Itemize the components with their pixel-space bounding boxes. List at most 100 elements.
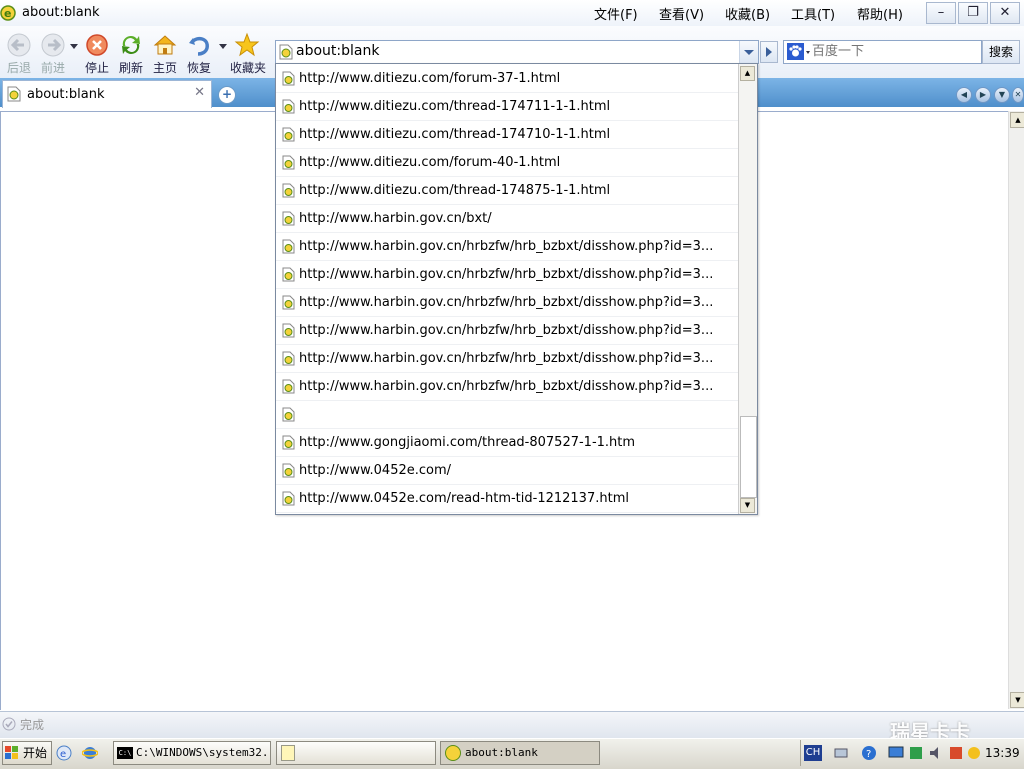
taskbar-browser-label: about:blank — [465, 746, 538, 759]
scroll-up-icon[interactable]: ▲ — [1010, 112, 1024, 128]
close-window-button[interactable]: ✕ — [990, 2, 1020, 24]
url-suggestion-item[interactable]: http://www.harbin.gov.cn/hrbzfw/hrb_bzbx… — [276, 316, 738, 345]
url-suggestion-item[interactable]: http://www.0452e.com/read-htm-tid-121213… — [276, 484, 738, 513]
windows-logo-icon — [5, 746, 18, 759]
page-icon — [282, 407, 295, 422]
tab-scroll-right-icon[interactable]: ▶ — [975, 87, 991, 103]
url-suggestion-text: http://www.gongjiaomi.com/thread-807527-… — [299, 435, 636, 450]
restore-button[interactable]: ❐ — [958, 2, 988, 24]
stop-button[interactable]: 停止 — [80, 32, 114, 76]
page-icon — [282, 323, 295, 338]
menu-file[interactable]: 文件(F) — [594, 4, 638, 23]
search-input[interactable] — [812, 42, 977, 60]
close-all-tabs-icon[interactable]: ✕ — [1012, 87, 1024, 103]
svg-text:?: ? — [866, 749, 871, 760]
window-title: about:blank — [22, 5, 100, 20]
refresh-button[interactable]: 刷新 — [114, 32, 148, 76]
tray-volume-icon[interactable] — [928, 745, 944, 761]
restore-dropdown-icon[interactable] — [219, 44, 227, 50]
url-suggestion-item[interactable]: http://www.ditiezu.com/thread-174710-1-1… — [276, 120, 738, 149]
address-input[interactable] — [296, 41, 736, 61]
back-button[interactable]: 后退 — [2, 32, 36, 76]
home-button[interactable]: 主页 — [148, 32, 182, 76]
tab-title: about:blank — [27, 87, 105, 102]
address-bar[interactable] — [275, 40, 759, 64]
url-suggestion-text: http://www.ditiezu.com/forum-37-1.html — [299, 71, 561, 86]
status-bar — [0, 711, 1024, 739]
page-icon — [282, 239, 295, 254]
svg-text:e: e — [4, 7, 11, 20]
tab-about-blank[interactable]: about:blank ✕ — [2, 80, 212, 108]
url-suggestion-item[interactable]: http://www.0452e.com/ — [276, 456, 738, 485]
dropdown-scroll-thumb[interactable] — [740, 416, 757, 498]
url-suggestion-text: http://www.harbin.gov.cn/hrbzfw/hrb_bzbx… — [299, 351, 714, 366]
url-suggestion-item[interactable]: http://www.harbin.gov.cn/bxt/ — [276, 204, 738, 233]
url-suggestion-text: http://www.harbin.gov.cn/hrbzfw/hrb_bzbx… — [299, 239, 714, 254]
search-box[interactable] — [783, 40, 982, 64]
history-dropdown-icon[interactable] — [70, 44, 78, 50]
cmd-icon: C:\ — [117, 747, 133, 759]
url-suggestion-item[interactable]: http://www.harbin.gov.cn/hrbzfw/hrb_bzbx… — [276, 232, 738, 261]
new-tab-button[interactable]: + — [218, 86, 236, 104]
page-scrollbar[interactable]: ▲ ▼ — [1008, 111, 1024, 709]
url-suggestion-item[interactable]: http://www.ditiezu.com/thread-174711-1-1… — [276, 92, 738, 121]
url-suggestion-item[interactable]: http://www.gongjiaomi.com/thread-807527-… — [276, 428, 738, 457]
url-suggestion-item[interactable]: http://www.harbin.gov.cn/hrbzfw/hrb_bzbx… — [276, 372, 738, 401]
back-arrow-icon — [7, 33, 31, 57]
go-button[interactable] — [760, 41, 778, 63]
taskbar-browser-window[interactable]: about:blank — [440, 741, 600, 765]
go-arrow-icon — [766, 47, 772, 57]
menu-favorites[interactable]: 收藏(B) — [725, 4, 770, 23]
url-suggestion-item[interactable]: http://www.harbin.gov.cn/hrbzfw/hrb_bzbx… — [276, 288, 738, 317]
tab-scroll-left-icon[interactable]: ◀ — [956, 87, 972, 103]
ime-indicator[interactable]: CH — [804, 745, 822, 761]
status-text: 完成 — [20, 718, 45, 732]
tray-security-icon[interactable] — [948, 745, 964, 761]
scroll-down-icon[interactable]: ▼ — [1010, 692, 1024, 708]
address-dropdown-button[interactable] — [739, 41, 758, 63]
tray-network-icon[interactable] — [833, 745, 849, 761]
forward-button[interactable]: 前进 — [36, 32, 70, 76]
close-tab-icon[interactable]: ✕ — [194, 85, 205, 100]
search-button[interactable]: 搜索 — [982, 40, 1020, 64]
browser-task-icon — [445, 745, 461, 761]
tab-list-icon[interactable]: ▼ — [994, 87, 1010, 103]
stop-icon — [86, 34, 108, 56]
restore-tab-button[interactable]: 恢复 — [182, 32, 216, 76]
page-icon — [282, 155, 295, 170]
quick-launch-ie-icon[interactable] — [82, 745, 98, 761]
favorites-button[interactable]: 收藏夹 — [230, 32, 266, 76]
stop-label: 停止 — [84, 61, 109, 75]
url-suggestion-item[interactable]: http://www.harbin.gov.cn/hrbzfw/hrb_bzbx… — [276, 260, 738, 289]
url-suggestion-text: http://www.0452e.com/read-htm-tid-121213… — [299, 491, 629, 506]
menu-tools[interactable]: 工具(T) — [791, 4, 835, 23]
baidu-paw-icon[interactable] — [787, 43, 811, 61]
tray-antivirus-icon[interactable] — [908, 745, 924, 761]
url-suggestion-item[interactable]: http://www.ditiezu.com/forum-37-1.html — [276, 64, 738, 93]
menu-view[interactable]: 查看(V) — [659, 4, 704, 23]
address-suggestions-dropdown[interactable]: http://www.ditiezu.com/forum-37-1.html ht… — [275, 63, 758, 515]
url-suggestion-item[interactable]: http://www.ditiezu.com/thread-174875-1-1… — [276, 176, 738, 205]
menu-help[interactable]: 帮助(H) — [857, 4, 903, 23]
url-suggestion-item[interactable]: http://www.ditiezu.com/forum-40-1.html — [276, 148, 738, 177]
taskbar-cmd-window[interactable]: C:\ C:\WINDOWS\system32... — [113, 741, 271, 765]
taskbar-notepad-window[interactable] — [276, 741, 436, 765]
page-icon — [279, 44, 293, 60]
minimize-button[interactable]: – — [926, 2, 956, 24]
quick-launch-browser-icon[interactable]: e — [56, 745, 72, 761]
tray-update-icon[interactable] — [966, 745, 982, 761]
dropdown-scrollbar[interactable]: ▲ ▼ — [738, 64, 757, 514]
dropdown-scroll-up-icon[interactable]: ▲ — [740, 66, 755, 81]
tray-help-icon[interactable]: ? — [861, 745, 877, 761]
url-suggestion-item[interactable] — [276, 400, 738, 429]
page-icon — [282, 183, 295, 198]
url-suggestion-text: http://www.harbin.gov.cn/hrbzfw/hrb_bzbx… — [299, 323, 714, 338]
url-suggestion-item[interactable]: http://www.harbin.gov.cn/hrbzfw/hrb_bzbx… — [276, 344, 738, 373]
home-icon — [153, 35, 177, 55]
star-icon — [234, 32, 260, 57]
start-button[interactable]: 开始 — [2, 741, 52, 765]
watermark-logo: 瑞星卡卡 — [890, 720, 970, 744]
tray-monitor-icon[interactable] — [888, 745, 904, 761]
dropdown-scroll-down-icon[interactable]: ▼ — [740, 498, 755, 513]
page-icon — [282, 211, 295, 226]
